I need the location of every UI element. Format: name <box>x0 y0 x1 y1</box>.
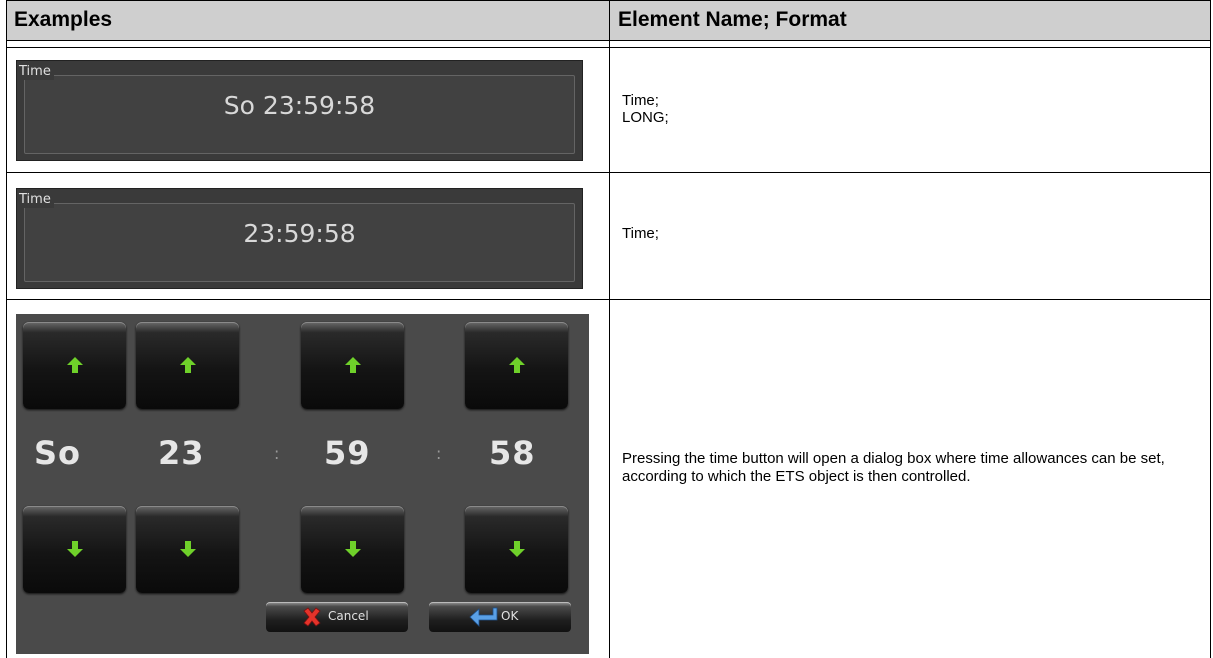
seconds-down-button[interactable] <box>465 506 568 593</box>
header-examples: Examples <box>6 0 609 40</box>
arrow-up-icon <box>67 357 83 373</box>
arrow-down-icon <box>509 541 525 557</box>
cancel-label: Cancel <box>328 609 369 623</box>
time-widget[interactable]: Time 23:59:58 <box>16 188 583 289</box>
time-label: Time <box>19 64 54 80</box>
time-value: 23:59:58 <box>243 219 356 248</box>
seconds-up-button[interactable] <box>465 322 568 409</box>
description-line: Time; <box>622 92 659 109</box>
seconds-value: 58 <box>489 434 536 472</box>
column-divider <box>609 0 610 658</box>
arrow-up-icon <box>180 357 196 373</box>
hours-value: 23 <box>158 434 205 472</box>
minutes-up-button[interactable] <box>301 322 404 409</box>
arrow-down-icon <box>67 541 83 557</box>
time-dialog: So 23 : 59 : 58 Cancel OK <box>16 314 589 654</box>
day-down-button[interactable] <box>23 506 126 593</box>
arrow-up-icon <box>345 357 361 373</box>
enter-arrow-icon <box>469 607 498 627</box>
row3-description: Pressing the time button will open a dia… <box>622 450 1165 485</box>
day-value: So <box>34 434 82 472</box>
cancel-button[interactable]: Cancel <box>266 602 408 632</box>
table-border-left <box>6 0 7 658</box>
minutes-down-button[interactable] <box>301 506 404 593</box>
time-separator: : <box>436 444 442 463</box>
time-value: So 23:59:58 <box>223 91 376 120</box>
row2-description: Time; <box>622 225 659 242</box>
cancel-x-icon <box>303 607 321 627</box>
time-widget-long[interactable]: Time So 23:59:58 <box>16 60 583 161</box>
ok-button[interactable]: OK <box>429 602 571 632</box>
minutes-value: 59 <box>324 434 371 472</box>
time-separator: : <box>274 444 280 463</box>
row1-description: Time; LONG; <box>622 92 669 126</box>
table-border-right <box>1210 0 1211 658</box>
hours-down-button[interactable] <box>136 506 239 593</box>
arrow-down-icon <box>180 541 196 557</box>
ok-label: OK <box>501 609 519 623</box>
day-up-button[interactable] <box>23 322 126 409</box>
examples-table: Examples Element Name; Format Time So 23… <box>6 0 1211 658</box>
description-line: LONG; <box>622 109 669 126</box>
header-element-name: Element Name; Format <box>610 0 1211 40</box>
arrow-down-icon <box>345 541 361 557</box>
time-label: Time <box>19 192 54 208</box>
arrow-up-icon <box>509 357 525 373</box>
hours-up-button[interactable] <box>136 322 239 409</box>
description-line: Time; <box>622 225 659 242</box>
